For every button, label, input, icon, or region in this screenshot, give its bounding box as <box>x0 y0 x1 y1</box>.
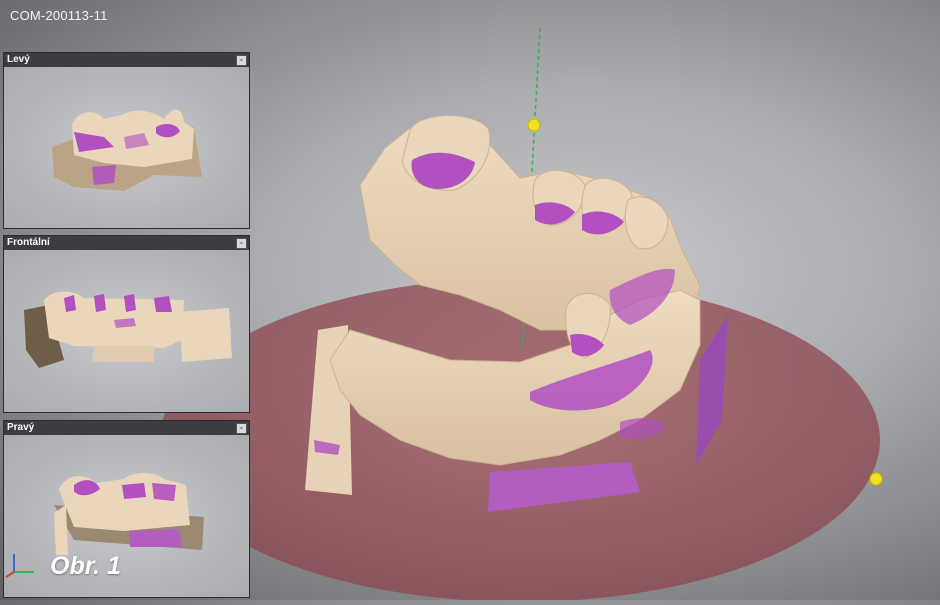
panel-title: Levý <box>7 54 30 65</box>
minimize-icon[interactable]: - <box>236 55 247 66</box>
view-panel-front[interactable]: Frontální - <box>3 235 250 413</box>
figure-caption: Obr. 1 <box>50 552 121 580</box>
panel-viewport[interactable] <box>4 250 249 412</box>
minimize-icon[interactable]: - <box>236 238 247 249</box>
front-view-render <box>24 291 232 368</box>
handle-right[interactable] <box>869 472 883 486</box>
panel-header: Frontální - <box>4 236 249 250</box>
panel-title: Pravý <box>7 422 35 433</box>
panel-viewport[interactable] <box>4 67 249 228</box>
axis-triad-icon <box>6 554 34 578</box>
minimize-icon[interactable]: - <box>236 423 247 434</box>
handle-top[interactable] <box>527 118 541 132</box>
view-panel-left[interactable]: Levý - <box>3 52 250 229</box>
left-view-render <box>52 109 202 191</box>
panel-header: Levý - <box>4 53 249 67</box>
window-title: COM-200113-11 <box>10 8 108 23</box>
panel-title: Frontální <box>7 237 50 248</box>
panel-header: Pravý - <box>4 421 249 435</box>
